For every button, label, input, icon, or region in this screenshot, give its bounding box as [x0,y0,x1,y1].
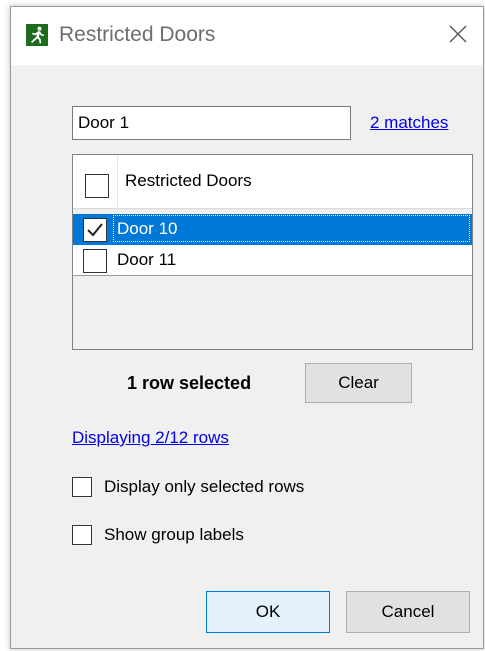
list-header: Restricted Doors [73,155,472,209]
dialog-title: Restricted Doors [59,23,216,46]
show-group-labels-checkbox[interactable] [72,525,92,545]
displaying-rows-link[interactable]: Displaying 2/12 rows [72,428,229,448]
close-button[interactable] [441,17,475,51]
restricted-doors-dialog: Restricted Doors 2 matches Restricted Do… [10,6,484,649]
display-only-selected-checkbox[interactable] [72,477,92,497]
show-group-labels-label: Show group labels [104,525,244,544]
select-all-checkbox[interactable] [85,174,109,198]
title-bar[interactable]: Restricted Doors [11,7,483,65]
restricted-doors-list[interactable]: Restricted Doors Door 10 Door 11 [72,154,473,350]
row-label: Door 11 [117,250,177,269]
matches-link[interactable]: 2 matches [370,113,448,133]
close-icon [449,25,467,43]
ok-button[interactable]: OK [206,591,330,633]
row-checkbox[interactable] [83,249,107,273]
list-header-label: Restricted Doors [125,171,252,190]
selected-count-label: 1 row selected [127,373,252,393]
display-only-selected-label: Display only selected rows [104,477,305,496]
cancel-button[interactable]: Cancel [346,591,470,633]
row-checkbox[interactable] [83,218,107,242]
header-divider [117,155,118,209]
list-row[interactable]: Door 10 [73,214,472,245]
search-input[interactable] [72,106,351,140]
clear-button[interactable]: Clear [305,363,412,403]
running-man-exit-icon [26,24,48,46]
row-label: Door 10 [117,219,178,238]
checkmark-icon [87,223,103,237]
list-row[interactable]: Door 11 [73,245,472,276]
